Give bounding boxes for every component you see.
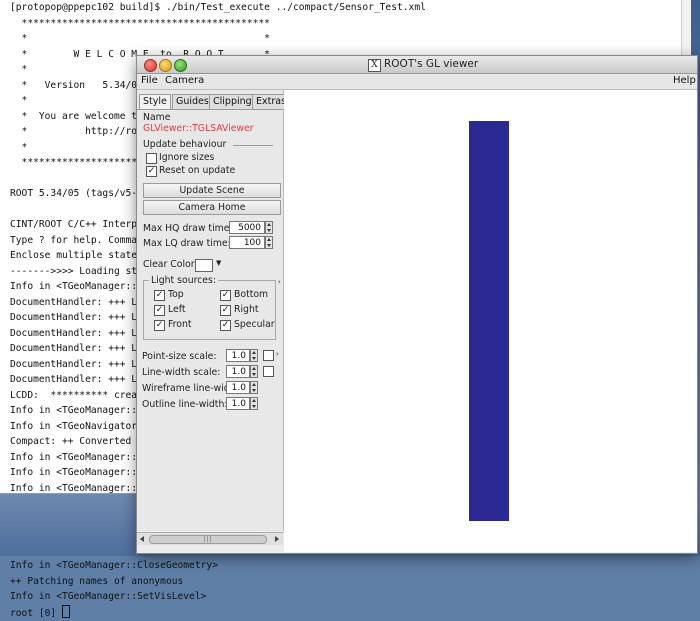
update-scene-button[interactable]: Update Scene: [143, 183, 281, 198]
max-hq-stepper[interactable]: [265, 221, 273, 234]
scroll-left-icon[interactable]: [140, 536, 144, 542]
light-front-label: Front: [168, 319, 192, 330]
terminal-cursor: [61, 604, 70, 618]
terminal-line: ****************************************…: [10, 17, 270, 29]
panel-horizontal-scrollbar[interactable]: |||: [137, 532, 283, 545]
minimize-button[interactable]: [159, 59, 172, 72]
max-hq-label: Max HQ draw time:: [143, 223, 233, 234]
terminal-line: Info in <TGeoManager::SetVisLevel>: [10, 591, 207, 602]
point-size-checkbox[interactable]: [263, 350, 274, 361]
terminal-line: root [0]: [10, 607, 62, 619]
light-sources-label: Light sources:: [149, 275, 219, 286]
menu-help[interactable]: Help: [673, 75, 696, 86]
light-right-checkbox[interactable]: ✓: [220, 305, 231, 316]
scroll-thumb[interactable]: |||: [149, 535, 267, 544]
terminal-line: ++ Patching names of anonymous: [10, 575, 184, 587]
light-right-label: Right: [234, 304, 259, 315]
light-left-checkbox[interactable]: ✓: [154, 305, 165, 316]
close-button[interactable]: [144, 59, 157, 72]
line-width-stepper[interactable]: [250, 365, 258, 378]
sensor-volume: [469, 121, 509, 521]
max-lq-input[interactable]: 100: [229, 236, 265, 249]
wireframe-stepper[interactable]: [250, 381, 258, 394]
style-panel: Style Guides Clipping Extras Name GLView…: [137, 90, 291, 531]
menu-camera[interactable]: Camera: [165, 75, 204, 86]
outline-input[interactable]: 1.0: [226, 397, 250, 410]
zoom-button[interactable]: [174, 59, 187, 72]
point-size-stepper[interactable]: [250, 349, 258, 362]
menu-bar: File Camera Help: [137, 74, 697, 90]
menu-file[interactable]: File: [141, 75, 158, 86]
tab-clipping[interactable]: Clipping: [209, 94, 256, 109]
terminal-line: ------->>>> Loading style: [10, 265, 155, 277]
wireframe-input[interactable]: 1.0: [226, 381, 250, 394]
ignore-sizes-checkbox[interactable]: [146, 153, 157, 164]
terminal-line: Info in <TGeoManager::CloseGeometry>: [10, 560, 218, 571]
clear-color-swatch[interactable]: [195, 259, 213, 272]
viewer-name: GLViewer::TGLSAViewer: [143, 123, 254, 134]
terminal-line: [protopop@ppepc102 build]$ ./bin/Test_ex…: [10, 2, 426, 13]
separator: [233, 145, 273, 146]
line-width-input[interactable]: 1.0: [226, 365, 250, 378]
ignore-sizes-label: Ignore sizes: [159, 152, 215, 163]
tab-divider: [137, 109, 283, 110]
point-size-label: Point-size scale:: [142, 351, 217, 362]
terminal-line: * *: [10, 33, 270, 44]
light-left-label: Left: [168, 304, 186, 315]
max-lq-label: Max LQ draw time:: [143, 238, 231, 249]
reset-on-update-label: Reset on update: [159, 165, 236, 176]
tab-guides[interactable]: Guides: [172, 94, 213, 109]
light-top-label: Top: [168, 289, 184, 300]
light-bottom-label: Bottom: [234, 289, 269, 300]
outline-label: Outline line-width:: [142, 399, 228, 410]
max-hq-input[interactable]: 5000: [229, 221, 265, 234]
terminal-line: LCDD: ********** created: [10, 389, 155, 401]
light-bottom-checkbox[interactable]: ✓: [220, 290, 231, 301]
gl-viewer-window: X ROOT's GL viewer File Camera Help Styl…: [136, 55, 698, 554]
chevron-down-icon[interactable]: ▼: [216, 259, 221, 267]
clear-color-label: Clear Color: [143, 259, 195, 270]
update-behaviour-label: Update behaviour: [143, 139, 227, 150]
line-width-checkbox[interactable]: [263, 366, 274, 377]
light-specular-checkbox[interactable]: ✓: [220, 320, 231, 331]
light-top-checkbox[interactable]: ✓: [154, 290, 165, 301]
x11-icon: X: [368, 59, 381, 72]
max-lq-stepper[interactable]: [265, 236, 273, 249]
reset-on-update-checkbox[interactable]: ✓: [146, 166, 157, 177]
light-front-checkbox[interactable]: ✓: [154, 320, 165, 331]
light-specular-label: Specular: [234, 319, 275, 330]
scroll-right-icon[interactable]: [275, 536, 279, 542]
tab-style[interactable]: Style: [139, 94, 171, 110]
gl-viewport[interactable]: [284, 90, 697, 552]
chevron-right-icon: ›: [278, 278, 281, 286]
title-bar[interactable]: X ROOT's GL viewer: [137, 56, 697, 74]
window-title: ROOT's GL viewer: [384, 58, 479, 70]
camera-home-button[interactable]: Camera Home: [143, 200, 281, 215]
chevron-right-icon: ›: [276, 350, 279, 358]
line-width-label: Line-width scale:: [142, 367, 221, 378]
outline-stepper[interactable]: [250, 397, 258, 410]
name-label: Name: [143, 112, 171, 123]
point-size-input[interactable]: 1.0: [226, 349, 250, 362]
